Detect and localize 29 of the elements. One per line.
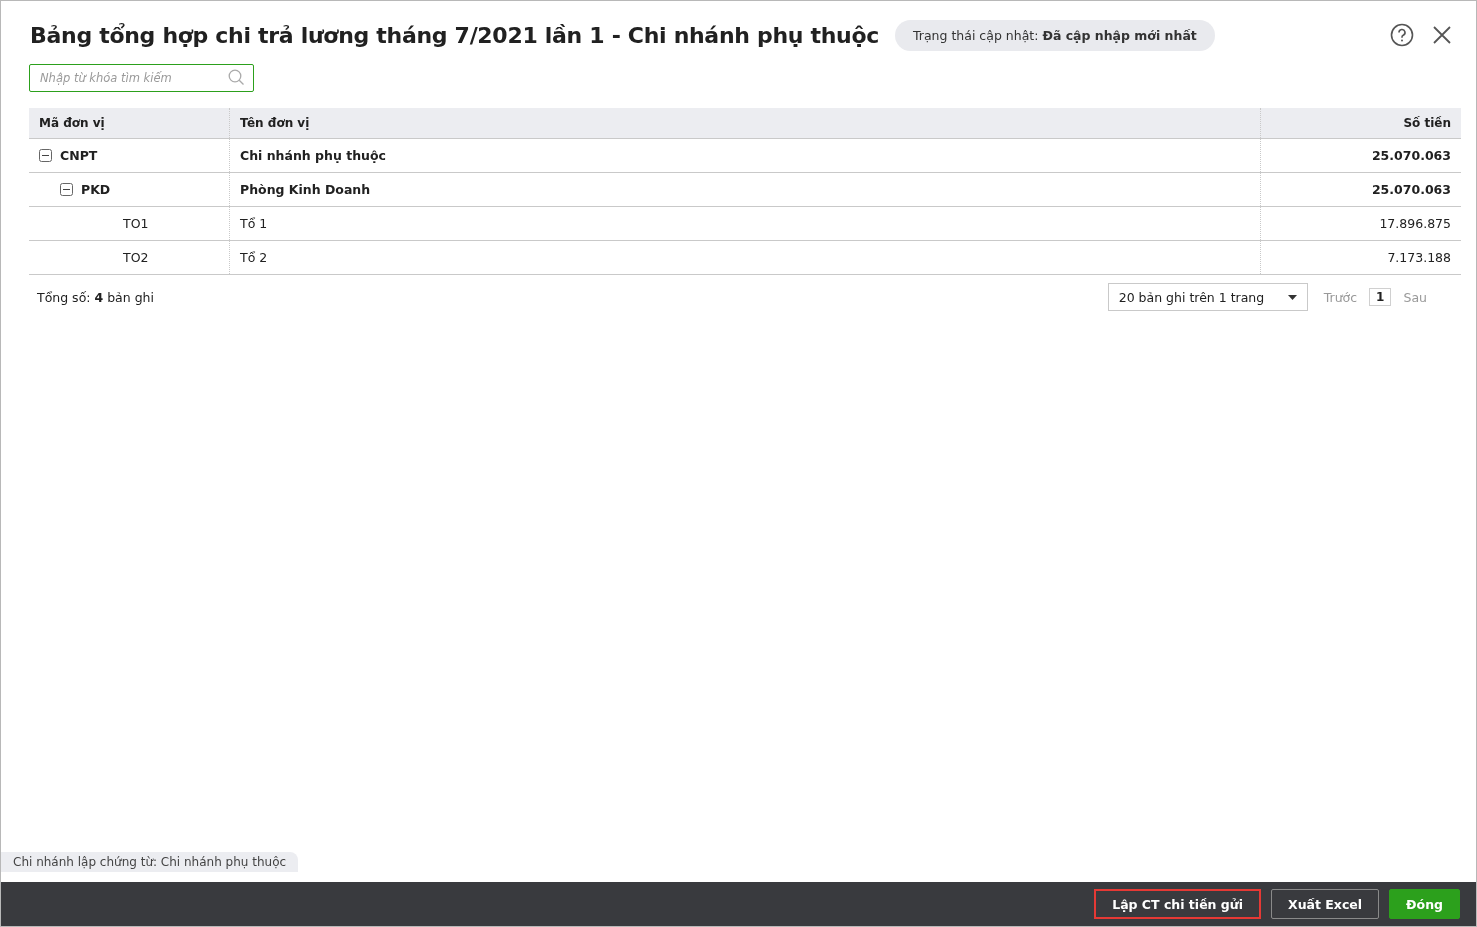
branch-note: Chi nhánh lập chứng từ: Chi nhánh phụ thuộc: [1, 852, 299, 872]
amount: 25.070.063: [1260, 138, 1461, 173]
collapse-icon[interactable]: [39, 149, 52, 162]
search-field[interactable]: Nhập từ khóa tìm kiếm: [29, 64, 254, 92]
amount: 25.070.063: [1260, 172, 1461, 207]
unit-name: Chi nhánh phụ thuộc: [229, 138, 1261, 173]
page-size-dropdown[interactable]: 20 bản ghi trên 1 trang: [1107, 283, 1308, 311]
update-status: Trạng thái cập nhật: Đã cập nhập mới nhất: [895, 19, 1215, 51]
collapse-icon[interactable]: [60, 183, 73, 196]
caret-icon: [1287, 294, 1297, 300]
dialog-title: Bảng tổng hợp chi trả lương tháng 7/2021 lần 1 - Chi nhánh phụ thuộc: [30, 22, 879, 48]
amount: 17.896.875: [1260, 206, 1461, 241]
column-header: Tên đơn vị: [229, 108, 1261, 139]
close-icon[interactable]: [1432, 25, 1452, 45]
unit-code: TO2: [123, 250, 149, 265]
unit-name: Phòng Kinh Doanh: [229, 172, 1261, 207]
unit-name: Tổ 2: [229, 240, 1261, 275]
footer-button[interactable]: Xuất Excel: [1271, 889, 1380, 919]
footer-button[interactable]: Lập CT chi tiền gửi: [1094, 889, 1261, 919]
column-header: Mã đơn vị: [29, 108, 230, 139]
amount: 7.173.188: [1260, 240, 1461, 275]
help-icon[interactable]: [1390, 23, 1414, 47]
page-number[interactable]: 1: [1369, 288, 1392, 306]
unit-code: TO1: [123, 216, 149, 231]
record-total: Tổng số: 4 bản ghi: [36, 289, 154, 305]
unit-code: PKD: [81, 182, 111, 197]
unit-code: CNPT: [60, 148, 98, 163]
column-header: Số tiền: [1260, 108, 1461, 139]
unit-name: Tổ 1: [229, 206, 1261, 241]
